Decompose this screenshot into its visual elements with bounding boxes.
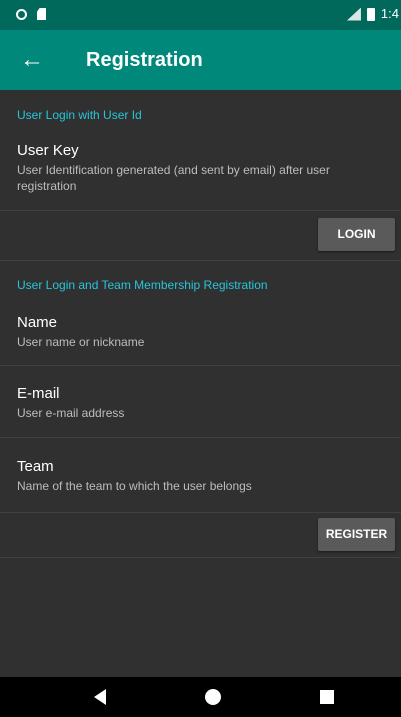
divider — [0, 365, 401, 366]
pref-name-title: Name — [17, 314, 58, 331]
pref-name-summary: User name or nickname — [17, 335, 145, 349]
pref-email[interactable]: E-mail User e-mail address — [0, 385, 401, 425]
divider — [0, 210, 401, 211]
pref-team-summary: Name of the team to which the user belon… — [17, 479, 252, 493]
register-button[interactable]: REGISTER — [318, 518, 395, 551]
pref-user-key-summary: User Identification generated (and sent … — [17, 163, 330, 193]
app-bar: ← Registration — [0, 30, 401, 90]
pref-user-key[interactable]: User Key User Identification generated (… — [0, 142, 401, 204]
page-title: Registration — [86, 49, 203, 71]
nav-recents-icon[interactable] — [320, 690, 334, 704]
battery-icon — [366, 7, 375, 21]
signal-icon — [346, 7, 361, 21]
registration-screen: 1:4 ← Registration User Login with User … — [0, 0, 401, 717]
status-right-icons: 1:4 — [346, 6, 399, 22]
status-bar: 1:4 — [0, 0, 401, 30]
back-arrow-icon[interactable]: ← — [20, 45, 52, 75]
pref-team-title: Team — [17, 458, 54, 475]
divider — [0, 557, 401, 558]
pref-user-key-title: User Key — [17, 142, 79, 159]
pref-email-summary: User e-mail address — [17, 406, 125, 420]
status-time: 1:4 — [380, 6, 399, 21]
pref-email-title: E-mail — [17, 385, 60, 402]
pref-team[interactable]: Team Name of the team to which the user … — [0, 458, 401, 498]
login-button[interactable]: LOGIN — [318, 218, 395, 251]
circle-icon — [16, 8, 27, 20]
category-team-registration: User Login and Team Membership Registrat… — [17, 278, 268, 292]
sd-card-icon — [37, 8, 46, 20]
nav-home-icon[interactable] — [205, 689, 221, 705]
system-nav-bar — [0, 677, 401, 717]
divider — [0, 260, 401, 261]
pref-name[interactable]: Name User name or nickname — [0, 314, 401, 354]
nav-back-icon[interactable] — [94, 689, 106, 705]
status-left-icons — [16, 8, 46, 20]
divider — [0, 512, 401, 513]
divider — [0, 437, 401, 438]
category-login-with-user-id: User Login with User Id — [17, 108, 142, 122]
